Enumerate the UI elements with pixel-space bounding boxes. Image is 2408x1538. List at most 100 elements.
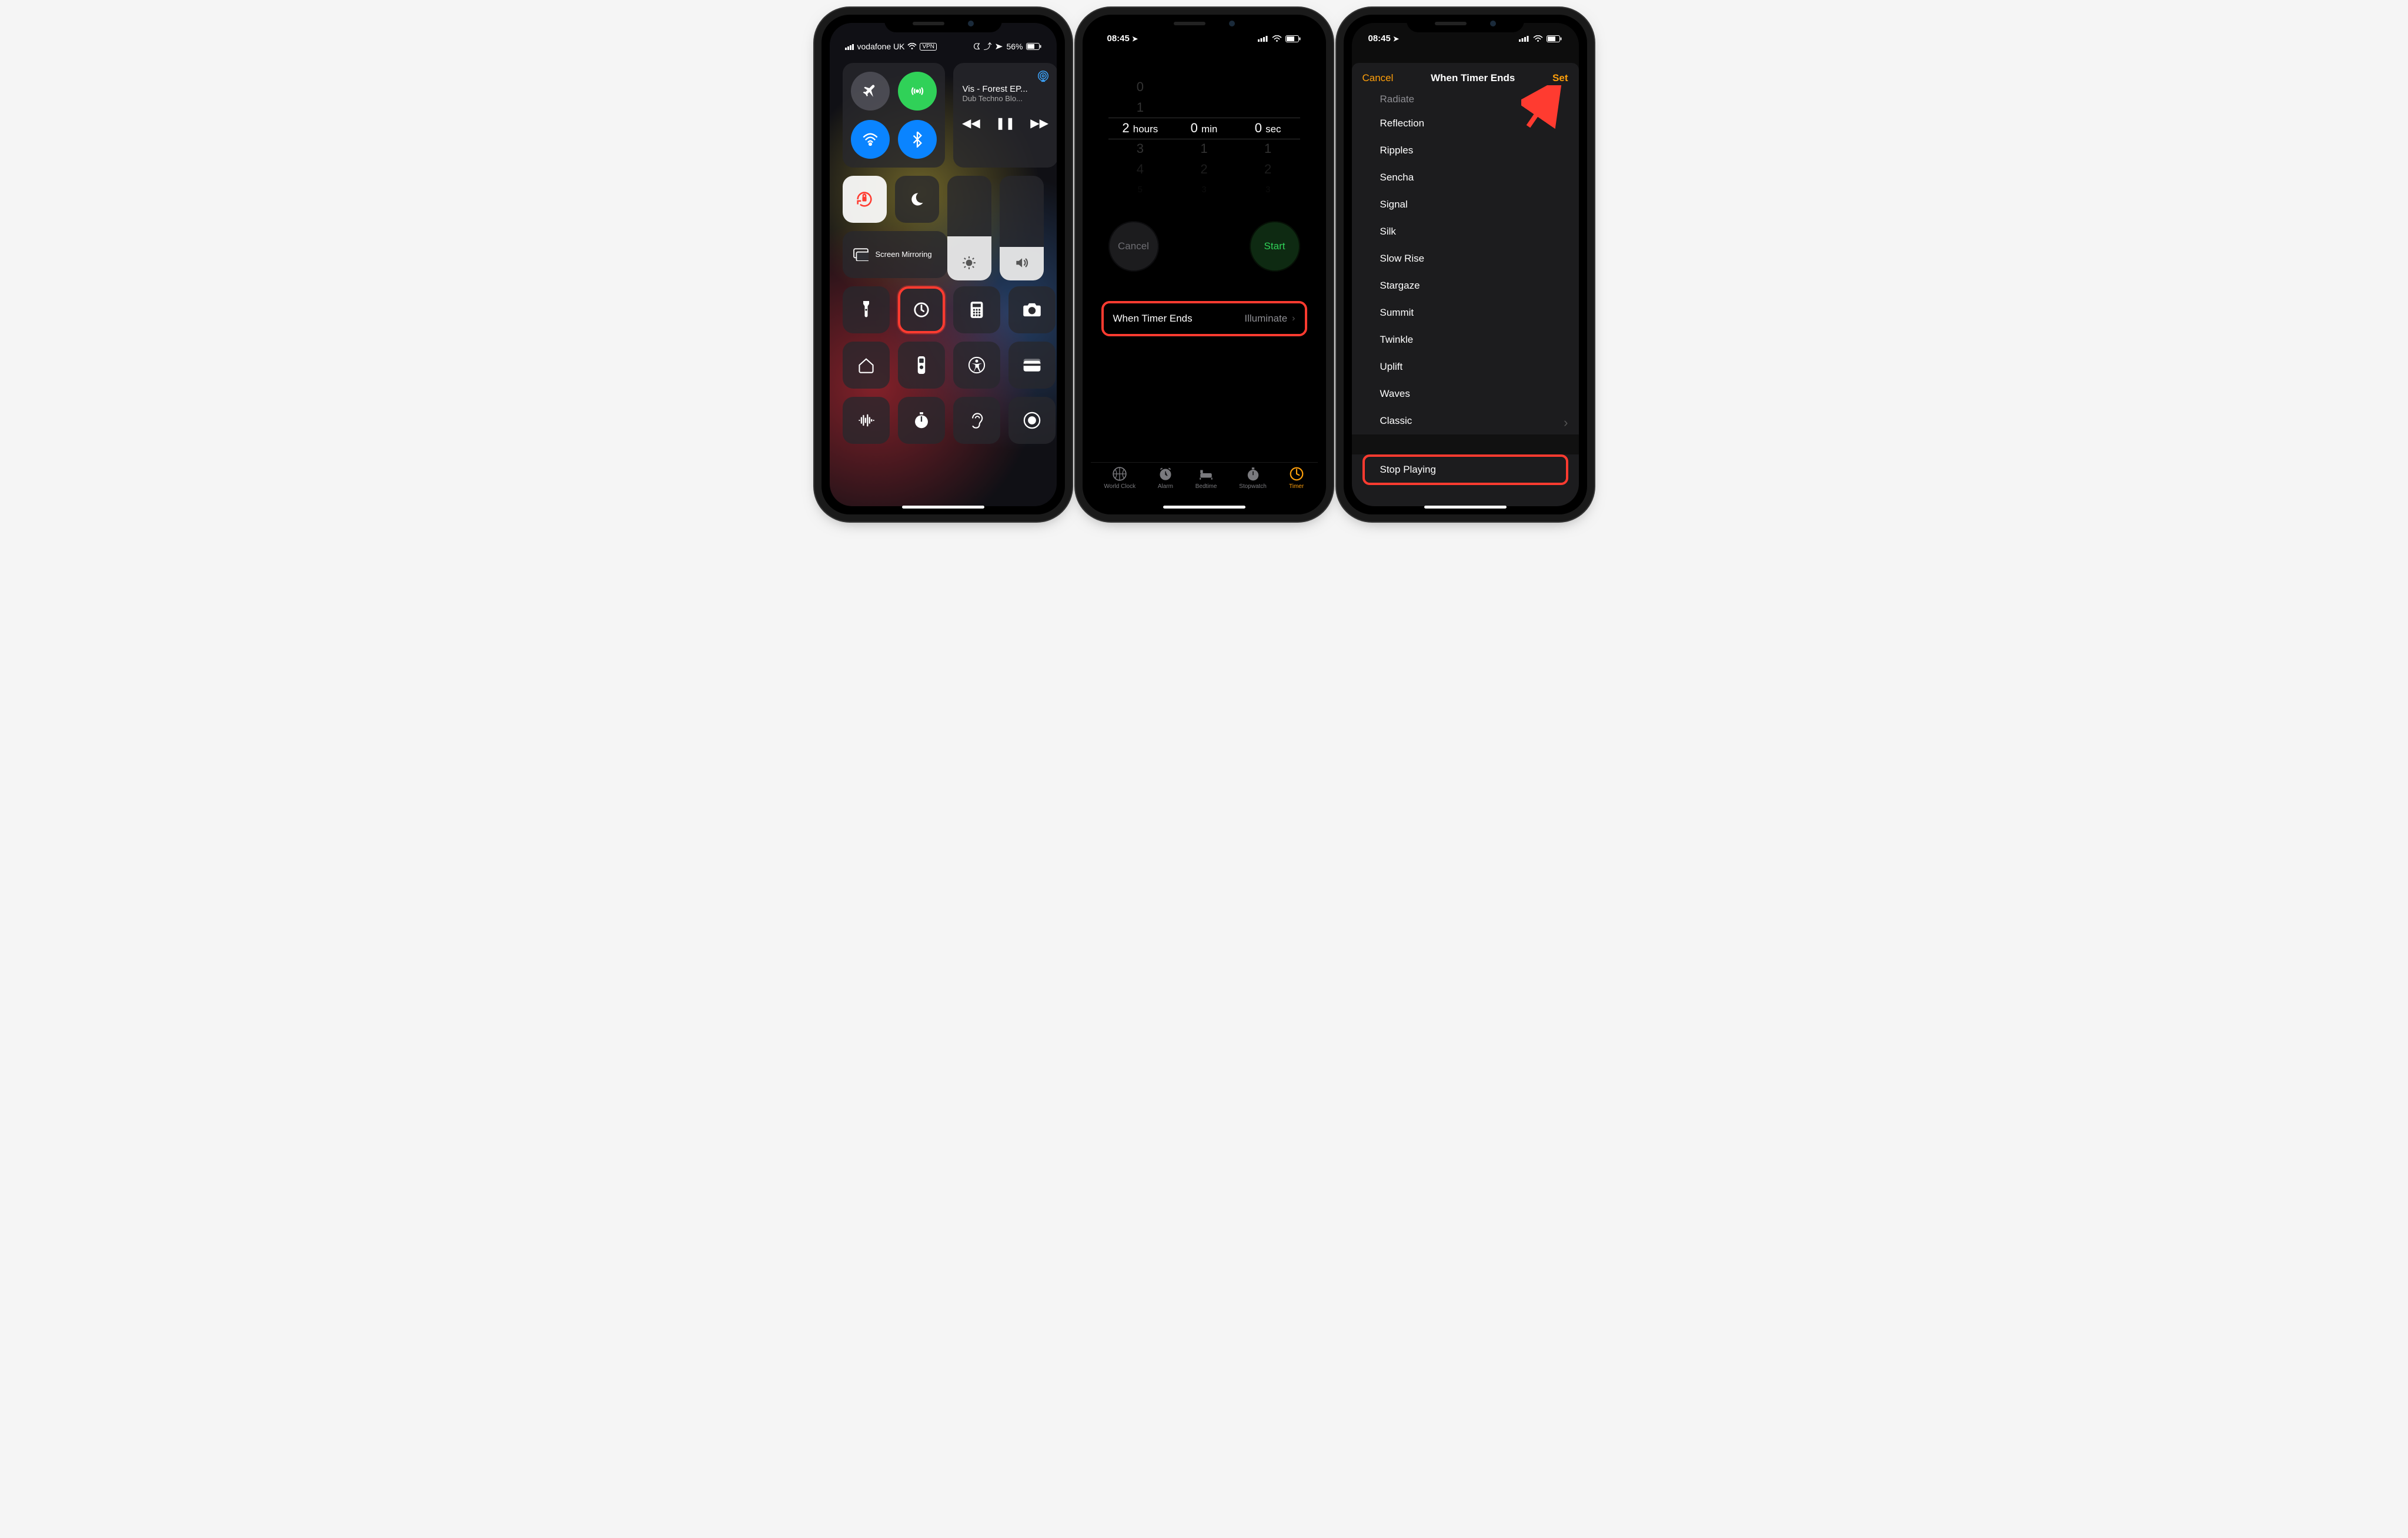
wifi-icon (907, 43, 917, 50)
screen-mirroring-tile[interactable]: Screen Mirroring (843, 231, 947, 278)
cellular-toggle[interactable] (898, 72, 937, 111)
screen-mirroring-label: Screen Mirroring (876, 250, 932, 259)
record-tile[interactable] (1008, 397, 1056, 444)
tone-row[interactable]: Sencha (1352, 164, 1579, 191)
battery-icon (1547, 35, 1562, 42)
start-button[interactable]: Start (1250, 221, 1300, 272)
notch (1145, 15, 1263, 32)
tone-row[interactable]: Slow Rise (1352, 245, 1579, 272)
control-center-screen: vodafone UK VPN ᗧ ⤴ ➤ 56% (830, 23, 1057, 506)
annotation-arrow (1521, 85, 1562, 132)
tone-row-classic[interactable]: Classic (1352, 407, 1579, 434)
timer-icon (913, 301, 930, 319)
remote-tile[interactable] (898, 342, 945, 389)
cancel-button[interactable]: Cancel (1108, 221, 1159, 272)
airplane-toggle[interactable] (851, 72, 890, 111)
home-tile[interactable] (843, 342, 890, 389)
cell-signal-icon (1519, 35, 1529, 42)
wte-value: Illuminate (1244, 313, 1287, 325)
wallet-tile[interactable] (1008, 342, 1056, 389)
when-timer-ends-row-highlight: When Timer Ends Illuminate › (1101, 301, 1307, 336)
minutes-column[interactable]: 0 min 1 2 3 (1174, 76, 1233, 200)
media-title: Vis - Forest EP... (963, 84, 1048, 94)
cell-signal-icon (1258, 35, 1268, 42)
timer-tile[interactable] (898, 286, 945, 333)
notch (1407, 15, 1524, 32)
notch (884, 15, 1002, 32)
tab-bedtime[interactable]: Bedtime (1195, 466, 1217, 490)
tone-row[interactable]: Summit (1352, 299, 1579, 326)
status-time: 08:45 (1368, 34, 1391, 44)
battery-icon (1026, 43, 1041, 50)
audio-tile[interactable] (843, 397, 890, 444)
wte-label: When Timer Ends (1113, 313, 1245, 325)
orientation-lock-icon (854, 189, 874, 209)
wifi-toggle[interactable] (851, 120, 890, 159)
airplane-icon (862, 83, 879, 99)
dnd-tile[interactable] (895, 176, 939, 223)
accessibility-tile[interactable] (953, 342, 1000, 389)
when-timer-ends-row[interactable]: When Timer Ends Illuminate › (1104, 303, 1305, 334)
tone-list[interactable]: Radiate Reflection Ripples Sencha Signal… (1352, 91, 1579, 485)
moon-icon (909, 191, 925, 208)
waveform-icon (857, 413, 875, 427)
camera-icon (1023, 302, 1041, 317)
tone-row[interactable]: Uplift (1352, 353, 1579, 380)
seconds-column[interactable]: 0 sec 1 2 3 (1238, 76, 1297, 200)
tab-bar: World Clock Alarm Bedtime Stopwatch Time… (1091, 462, 1318, 492)
tone-row[interactable]: Stargaze (1352, 272, 1579, 299)
home-indicator[interactable] (902, 506, 984, 509)
volume-slider[interactable] (1000, 176, 1044, 280)
record-icon (1023, 412, 1041, 429)
airplay-icon[interactable] (1037, 70, 1050, 86)
media-tile[interactable]: Vis - Forest EP... Dub Techno Blo... ◀◀ … (953, 63, 1057, 168)
home-icon (857, 357, 875, 373)
home-indicator[interactable] (1163, 506, 1245, 509)
brightness-slider[interactable] (947, 176, 991, 280)
stopwatch-icon (913, 412, 930, 429)
media-pause-button[interactable]: ❚❚ (996, 116, 1016, 131)
phone-timer: 08:45 ➤ 0 1 2 hours 3 4 5 0 min 1 2 (1083, 15, 1326, 514)
flashlight-tile[interactable] (843, 286, 890, 333)
hearing-tile[interactable] (953, 397, 1000, 444)
home-indicator[interactable] (1424, 506, 1507, 509)
bluetooth-toggle[interactable] (898, 120, 937, 159)
bluetooth-icon (912, 131, 923, 148)
tab-timer[interactable]: Timer (1289, 466, 1304, 490)
tone-row[interactable]: Waves (1352, 380, 1579, 407)
tone-row[interactable]: Silk (1352, 218, 1579, 245)
carrier-label: vodafone UK (857, 42, 905, 51)
hours-column[interactable]: 0 1 2 hours 3 4 5 (1111, 76, 1170, 200)
camera-tile[interactable] (1008, 286, 1056, 333)
stopwatch-tile[interactable] (898, 397, 945, 444)
cell-signal-icon (845, 44, 854, 50)
status-time: 08:45 (1107, 34, 1130, 44)
vpn-badge: VPN (920, 43, 937, 51)
tab-stopwatch[interactable]: Stopwatch (1239, 466, 1267, 490)
wifi-icon (1533, 35, 1543, 42)
tone-row[interactable]: Ripples (1352, 137, 1579, 164)
phone-control-center: vodafone UK VPN ᗧ ⤴ ➤ 56% (821, 15, 1065, 514)
media-subtitle: Dub Techno Blo... (963, 94, 1048, 103)
media-fwd-button[interactable]: ▶▶ (1030, 116, 1048, 131)
tone-row[interactable]: Twinkle (1352, 326, 1579, 353)
set-button[interactable]: Set (1552, 72, 1568, 84)
tab-alarm[interactable]: Alarm (1158, 466, 1173, 490)
wallet-icon (1023, 358, 1041, 372)
tone-row[interactable]: Signal (1352, 191, 1579, 218)
battery-pct: 56% (1006, 42, 1023, 51)
calculator-tile[interactable] (953, 286, 1000, 333)
media-back-button[interactable]: ◀◀ (962, 116, 980, 131)
orientation-lock-tile[interactable] (843, 176, 887, 223)
cancel-button[interactable]: Cancel (1362, 72, 1394, 84)
tone-picker-screen: 08:45 ➤ Cancel When Timer Ends Set Radia… (1352, 23, 1579, 506)
stop-playing-row[interactable]: Stop Playing (1362, 454, 1568, 485)
wifi-icon (1272, 35, 1282, 42)
brightness-icon (961, 255, 977, 273)
time-picker[interactable]: 0 1 2 hours 3 4 5 0 min 1 2 3 0 sec 1 (1091, 76, 1318, 200)
status-extra-icons: ᗧ ⤴ ➤ (973, 41, 1003, 52)
tab-world-clock[interactable]: World Clock (1104, 466, 1135, 490)
connectivity-tile[interactable] (843, 63, 945, 168)
flashlight-icon (861, 301, 871, 319)
list-gap (1352, 434, 1579, 454)
